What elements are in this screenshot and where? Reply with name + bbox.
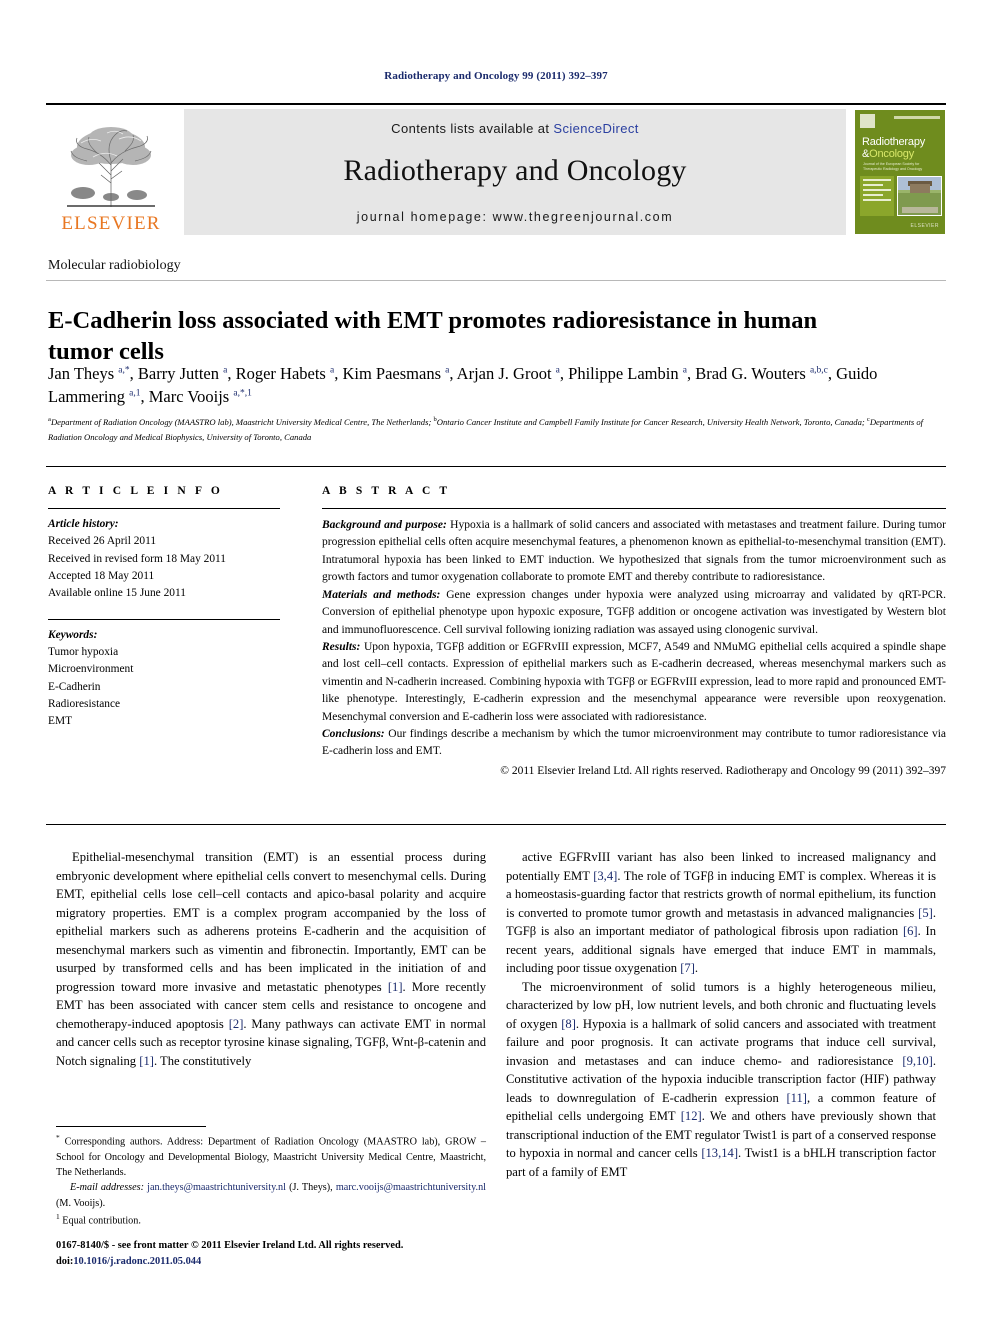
article-info-divider (48, 508, 280, 509)
history-item: Received in revised form 18 May 2011 (48, 552, 226, 565)
front-matter-block: 0167-8140/$ - see front matter © 2011 El… (56, 1238, 516, 1269)
abstract-paragraph-methods: Materials and methods: Gene expression c… (322, 587, 946, 639)
abstract-paragraph-results: Results: Upon hypoxia, TGFβ addition or … (322, 639, 946, 726)
contents-available-line: Contents lists available at ScienceDirec… (184, 121, 846, 136)
keyword-item: E-Cadherin (48, 680, 101, 693)
copyright-line: © 2011 Elsevier Ireland Ltd. All rights … (500, 764, 946, 777)
issn-copyright-line: 0167-8140/$ - see front matter © 2011 El… (56, 1240, 404, 1251)
cover-photo (897, 176, 942, 216)
abstract-label-background: Background and purpose: (322, 519, 447, 531)
abstract-text-results: Upon hypoxia, TGFβ addition or EGFRvIII … (322, 640, 946, 723)
body-column-left: Epithelial-mesenchymal transition (EMT) … (56, 848, 486, 1070)
masthead-band: Contents lists available at ScienceDirec… (184, 109, 846, 235)
doi-line: doi:10.1016/j.radonc.2011.05.044 (56, 1254, 516, 1270)
section-label: Molecular radiobiology (48, 258, 181, 273)
journal-title: Radiotherapy and Oncology (343, 154, 687, 187)
email-label: E-mail addresses: (70, 1182, 145, 1194)
article-info-heading: A R T I C L E I N F O (48, 485, 223, 497)
divider-under-section-label (46, 280, 946, 281)
journal-cover-thumbnail: Radiotherapy &Oncology Journal of the Eu… (854, 109, 946, 235)
email-owner-theys: (J. Theys), (285, 1182, 336, 1194)
elsevier-logo: ELSEVIER (46, 109, 176, 235)
email-note: E-mail addresses: jan.theys@maastrichtun… (56, 1180, 486, 1211)
cover-title-oncology: Oncology (869, 148, 915, 160)
keywords-label: Keywords: (48, 628, 98, 641)
email-owner-vooijs: (M. Vooijs). (56, 1197, 106, 1209)
affiliations: aDepartment of Radiation Oncology (MAAST… (48, 416, 924, 442)
divider-above-abstract (46, 466, 946, 467)
body-paragraph: The microenvironment of solid tumors is … (506, 979, 936, 1179)
keyword-item: Microenvironment (48, 663, 134, 676)
abstract-heading: A B S T R A C T (322, 485, 451, 497)
article-info-column: A R T I C L E I N F O Article history: R… (48, 485, 288, 731)
abstract-label-results: Results: (322, 640, 361, 653)
doi-prefix: doi: (56, 1255, 74, 1267)
body-column-right: active EGFRvIII variant has also been li… (506, 848, 936, 1181)
abstract-paragraph-background: Background and purpose: Hypoxia is a hal… (322, 517, 946, 587)
abstract-body: Background and purpose: Hypoxia is a hal… (322, 517, 946, 780)
footnote-block: * Corresponding authors. Address: Depart… (56, 1132, 486, 1229)
corresponding-author-note: * Corresponding authors. Address: Depart… (56, 1133, 486, 1178)
body-paragraph: active EGFRvIII variant has also been li… (506, 850, 936, 975)
keywords-block: Keywords: Tumor hypoxia Microenvironment… (48, 627, 288, 731)
equal-contribution-note: 1 Equal contribution. (56, 1211, 141, 1227)
cover-title-line2: &Oncology (862, 148, 914, 160)
keyword-item: Tumor hypoxia (48, 645, 119, 658)
article-history-label: Article history: (48, 518, 119, 530)
abstract-divider (322, 508, 946, 509)
running-head: Radiotherapy and Oncology 99 (2011) 392–… (384, 70, 608, 82)
cover-sidebar-block (860, 176, 894, 216)
divider-below-abstract (46, 824, 946, 825)
article-first-page: Radiotherapy and Oncology 99 (2011) 392–… (0, 0, 992, 1323)
sciencedirect-link[interactable]: ScienceDirect (553, 121, 638, 136)
cover-elsevier-mark (860, 114, 875, 128)
article-history-block: Article history: Received 26 April 2011 … (48, 516, 288, 603)
cover-subtitle: Journal of the European Society for Ther… (863, 162, 923, 172)
email-link-theys[interactable]: jan.theys@maastrichtuniversity.nl (147, 1182, 286, 1193)
body-paragraph: Epithelial-mesenchymal transition (EMT) … (56, 850, 487, 1068)
abstract-text-conclusions: Our findings describe a mechanism by whi… (322, 728, 946, 758)
elsevier-tree-icon (67, 127, 155, 207)
history-item: Available online 15 June 2011 (48, 587, 186, 600)
email-link-vooijs[interactable]: marc.vooijs@maastrichtuniversity.nl (336, 1182, 486, 1193)
elsevier-wordmark: ELSEVIER (61, 213, 161, 234)
abstract-paragraph-conclusions: Conclusions: Our findings describe a mec… (322, 726, 946, 761)
footnote-divider (56, 1126, 206, 1127)
abstract-label-conclusions: Conclusions: (322, 728, 385, 741)
abstract-label-methods: Materials and methods: (322, 588, 441, 601)
journal-homepage-link[interactable]: journal homepage: www.thegreenjournal.co… (184, 210, 846, 224)
cover-issue-line (894, 116, 940, 119)
history-item: Received 26 April 2011 (48, 535, 157, 548)
doi-link[interactable]: 10.1016/j.radonc.2011.05.044 (73, 1256, 201, 1267)
cover-title-line1: Radiotherapy (862, 136, 926, 148)
contents-prefix: Contents lists available at (391, 121, 550, 136)
author-list: Jan Theys a,*, Barry Jutten a, Roger Hab… (48, 364, 878, 407)
journal-masthead: ELSEVIER Contents lists available at Sci… (46, 103, 946, 237)
cover-footer-mark: ELSEVIER (910, 223, 939, 229)
history-item: Accepted 18 May 2011 (48, 569, 155, 582)
abstract-column: A B S T R A C T Background and purpose: … (322, 485, 946, 780)
keywords-divider (48, 618, 280, 620)
keyword-item: EMT (48, 715, 73, 728)
page-title: E-Cadherin loss associated with EMT prom… (48, 307, 818, 366)
keyword-item: Radioresistance (48, 697, 121, 710)
